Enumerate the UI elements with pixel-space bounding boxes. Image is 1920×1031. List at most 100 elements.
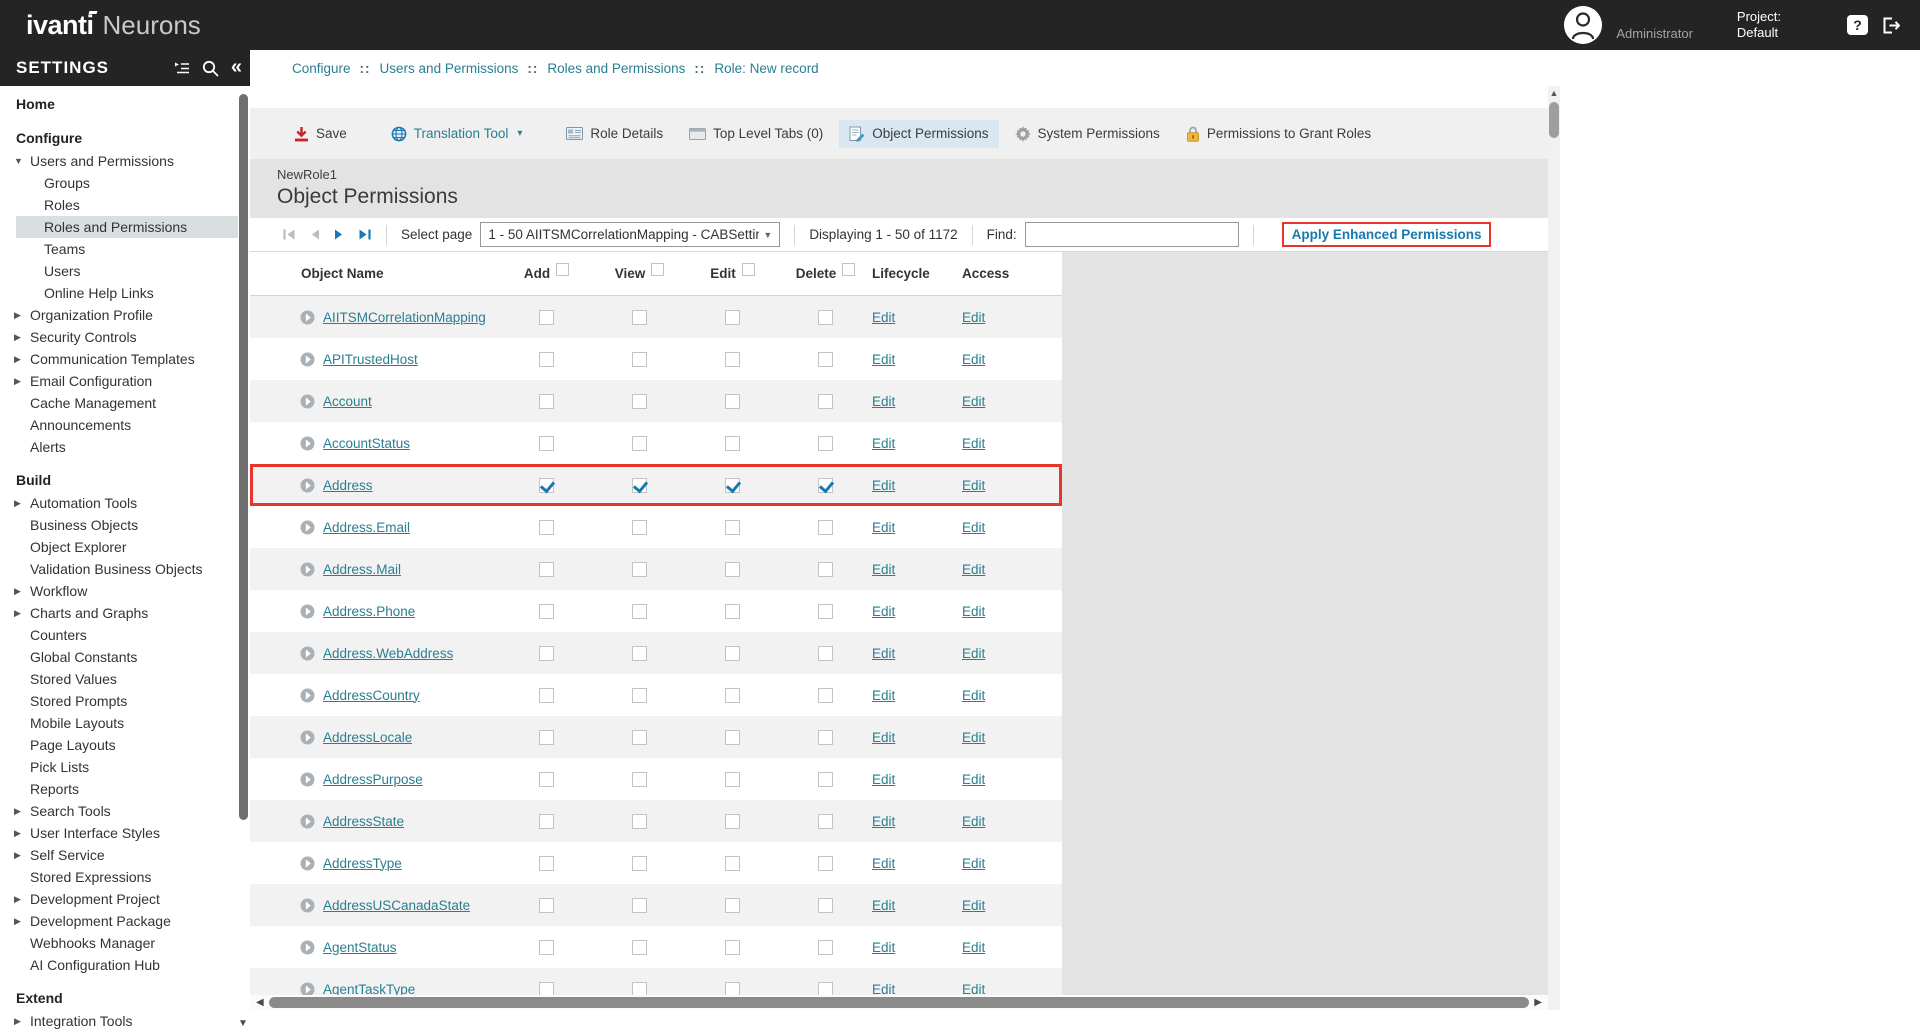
next-page-button[interactable] (334, 229, 344, 240)
edit-checkbox[interactable] (725, 646, 740, 661)
object-name-link[interactable]: Address.Mail (323, 562, 401, 577)
sidebar-section-header[interactable]: Extend (0, 986, 250, 1010)
sidebar-section-header[interactable]: Home (0, 92, 250, 116)
lifecycle-edit-link[interactable]: Edit (872, 688, 895, 703)
add-checkbox[interactable] (539, 940, 554, 955)
expand-row-icon[interactable] (300, 856, 315, 871)
object-permissions-tab[interactable]: Object Permissions (839, 120, 998, 148)
lifecycle-edit-link[interactable]: Edit (872, 562, 895, 577)
delete-checkbox[interactable] (818, 982, 833, 996)
object-name-link[interactable]: Address.Email (323, 520, 410, 535)
delete-checkbox[interactable] (818, 562, 833, 577)
sidebar-item[interactable]: Counters (0, 624, 238, 646)
edit-checkbox[interactable] (725, 520, 740, 535)
object-name-link[interactable]: AIITSMCorrelationMapping (323, 310, 486, 325)
expander-icon[interactable]: ▶ (14, 910, 21, 932)
sidebar-item[interactable]: Teams (0, 238, 238, 260)
prev-page-button[interactable] (310, 229, 320, 240)
lifecycle-edit-link[interactable]: Edit (872, 310, 895, 325)
object-name-link[interactable]: Account (323, 394, 372, 409)
object-name-link[interactable]: AddressCountry (323, 688, 420, 703)
view-checkbox[interactable] (632, 940, 647, 955)
sidebar-item[interactable]: Object Explorer (0, 536, 238, 558)
object-name-link[interactable]: AddressState (323, 814, 404, 829)
object-name-link[interactable]: AgentStatus (323, 940, 397, 955)
object-name-link[interactable]: AgentTaskType (323, 982, 415, 996)
save-button[interactable]: Save (284, 120, 357, 148)
edit-checkbox[interactable] (725, 394, 740, 409)
view-checkbox[interactable] (632, 394, 647, 409)
expander-icon[interactable]: ▶ (14, 822, 21, 844)
object-name-link[interactable]: AddressLocale (323, 730, 412, 745)
view-checkbox[interactable] (632, 478, 647, 493)
edit-checkbox[interactable] (725, 604, 740, 619)
expand-row-icon[interactable] (300, 394, 315, 409)
sidebar-section-header[interactable]: Build (0, 468, 250, 492)
lifecycle-edit-link[interactable]: Edit (872, 436, 895, 451)
delete-checkbox[interactable] (818, 898, 833, 913)
expand-row-icon[interactable] (300, 982, 315, 996)
add-checkbox[interactable] (539, 394, 554, 409)
access-edit-link[interactable]: Edit (962, 898, 985, 913)
sidebar-item[interactable]: ▶ Email Configuration (0, 370, 238, 392)
view-checkbox[interactable] (632, 562, 647, 577)
add-checkbox[interactable] (539, 688, 554, 703)
select-all-delete-checkbox[interactable] (842, 263, 855, 276)
edit-checkbox[interactable] (725, 352, 740, 367)
delete-checkbox[interactable] (818, 352, 833, 367)
delete-checkbox[interactable] (818, 772, 833, 787)
lifecycle-edit-link[interactable]: Edit (872, 352, 895, 367)
lifecycle-edit-link[interactable]: Edit (872, 856, 895, 871)
edit-checkbox[interactable] (725, 856, 740, 871)
expander-icon[interactable]: ▶ (14, 1010, 21, 1031)
object-name-link[interactable]: AddressPurpose (323, 772, 423, 787)
edit-checkbox[interactable] (725, 940, 740, 955)
delete-checkbox[interactable] (818, 310, 833, 325)
sidebar-item[interactable]: Roles (0, 194, 238, 216)
expander-icon[interactable]: ▶ (14, 844, 21, 866)
sidebar-item[interactable]: Page Layouts (0, 734, 238, 756)
expand-row-icon[interactable] (300, 310, 315, 325)
view-checkbox[interactable] (632, 352, 647, 367)
sidebar-item[interactable]: ▶ Self Service (0, 844, 238, 866)
delete-checkbox[interactable] (818, 940, 833, 955)
add-checkbox[interactable] (539, 604, 554, 619)
view-checkbox[interactable] (632, 730, 647, 745)
expander-icon[interactable]: ▶ (14, 580, 21, 602)
view-checkbox[interactable] (632, 436, 647, 451)
object-name-link[interactable]: AddressUSCanadaState (323, 898, 470, 913)
expand-row-icon[interactable] (300, 646, 315, 661)
expander-icon[interactable]: ▶ (14, 492, 21, 514)
top-level-tabs-tab[interactable]: Top Level Tabs (0) (679, 120, 833, 147)
expand-row-icon[interactable] (300, 562, 315, 577)
apply-enhanced-permissions-button[interactable]: Apply Enhanced Permissions (1292, 227, 1482, 242)
access-edit-link[interactable]: Edit (962, 688, 985, 703)
object-name-link[interactable]: APITrustedHost (323, 352, 418, 367)
expander-icon[interactable]: ▶ (14, 888, 21, 910)
select-all-add-checkbox[interactable] (556, 263, 569, 276)
edit-checkbox[interactable] (725, 478, 740, 493)
lifecycle-edit-link[interactable]: Edit (872, 478, 895, 493)
sidebar-item[interactable]: ▶ Development Project (0, 888, 238, 910)
add-checkbox[interactable] (539, 730, 554, 745)
lifecycle-edit-link[interactable]: Edit (872, 520, 895, 535)
access-edit-link[interactable]: Edit (962, 478, 985, 493)
vertical-scrollbar-thumb[interactable] (1549, 102, 1559, 138)
view-checkbox[interactable] (632, 814, 647, 829)
expand-row-icon[interactable] (300, 352, 315, 367)
sidebar-item[interactable]: ▶ Communication Templates (0, 348, 238, 370)
horizontal-scrollbar-thumb[interactable] (269, 997, 1530, 1008)
translation-tool-button[interactable]: Translation Tool ▾ (381, 120, 533, 148)
add-checkbox[interactable] (539, 814, 554, 829)
delete-checkbox[interactable] (818, 856, 833, 871)
add-checkbox[interactable] (539, 478, 554, 493)
sidebar-item[interactable]: Cache Management (0, 392, 238, 414)
access-edit-link[interactable]: Edit (962, 814, 985, 829)
sidebar-item[interactable]: Validation Business Objects (0, 558, 238, 580)
sidebar-item[interactable]: Stored Expressions (0, 866, 238, 888)
delete-checkbox[interactable] (818, 478, 833, 493)
select-all-edit-checkbox[interactable] (742, 263, 755, 276)
sidebar-item[interactable]: Roles and Permissions (16, 216, 238, 238)
add-checkbox[interactable] (539, 520, 554, 535)
sidebar-item[interactable]: ▶ Development Package (0, 910, 238, 932)
